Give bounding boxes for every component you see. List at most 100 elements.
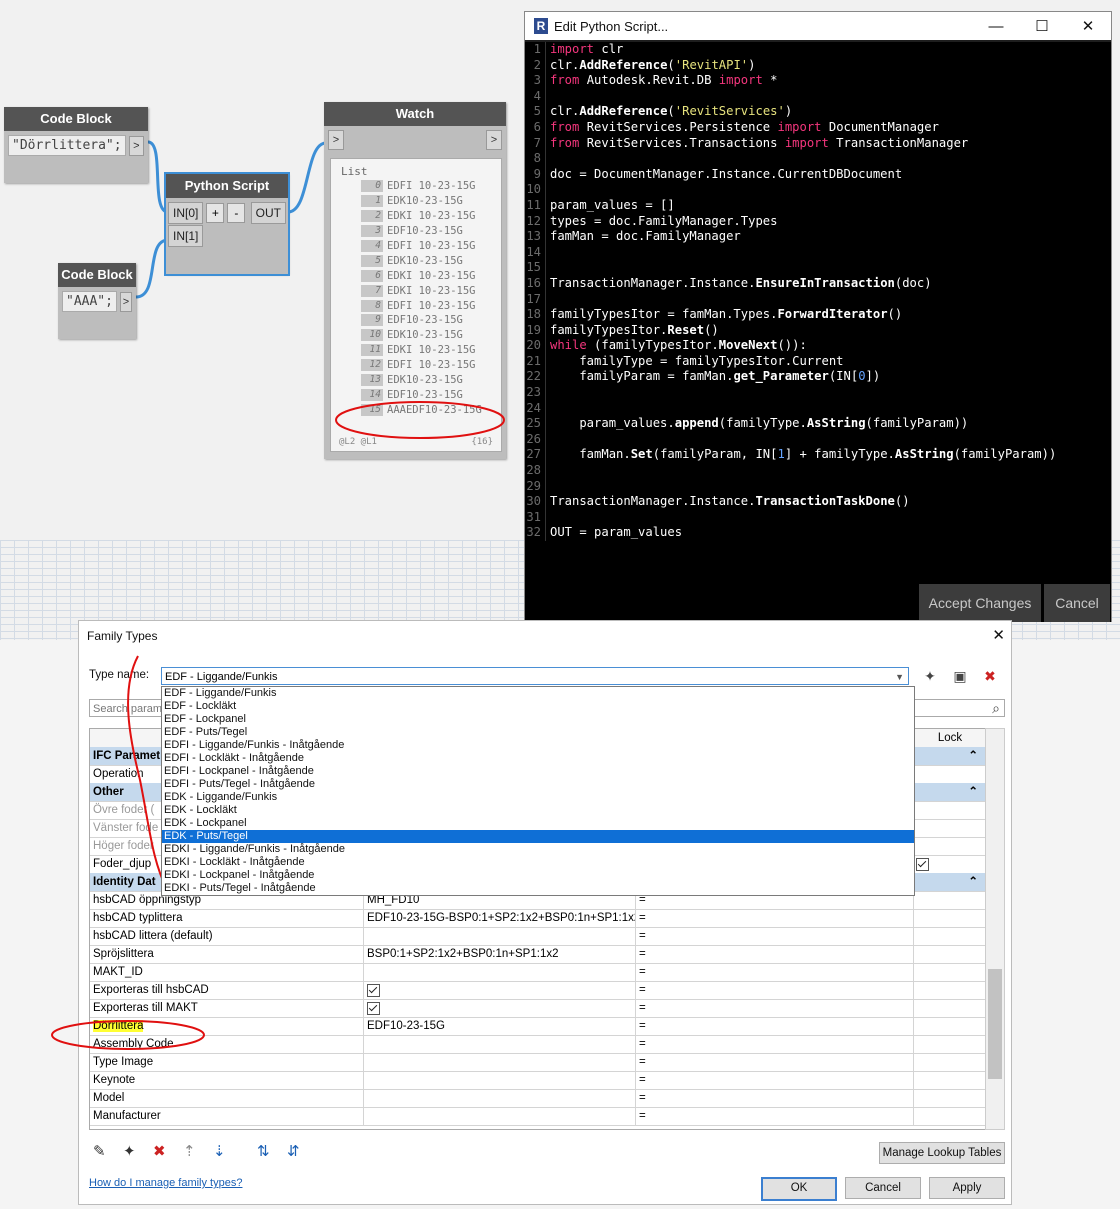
parameter-formula[interactable]: = [636,1089,914,1107]
dropdown-option[interactable]: EDFI - Lockläkt - Inåtgående [162,752,914,765]
code-line[interactable]: 7 from RevitServices.Transactions import … [525,135,1111,152]
remove-input-button[interactable]: - [227,203,246,223]
new-parameter-icon[interactable]: ✦ [123,1142,136,1160]
code-line[interactable]: 20 while (familyTypesItor.MoveNext()): [525,338,1111,354]
code-line[interactable]: 9 doc = DocumentManager.Instance.CurrentD… [525,166,1111,183]
code-line[interactable]: 11 param_values = [] [525,197,1111,214]
code-line[interactable]: 22 familyParam = famMan.get_Parameter(IN… [525,369,1111,386]
parameter-formula[interactable]: = [636,963,914,981]
parameter-value[interactable] [364,1071,636,1089]
code-line[interactable]: 30 TransactionManager.Instance.Transactio… [525,494,1111,510]
table-row[interactable]: Spröjslittera BSP0:1+SP2:1x2+BSP0:1n+SP1:… [90,945,986,964]
dropdown-option[interactable]: EDK - Puts/Tegel [162,830,914,843]
code-line[interactable]: 26 [525,431,1111,448]
code-editor[interactable]: 1 import clr 2 clr.AddReference('RevitAPI')… [525,42,1111,582]
python-script-node[interactable]: Python Script IN[0] + - OUT IN[1] [164,172,290,276]
parameter-value[interactable] [364,1089,636,1107]
manage-lookup-tables-button[interactable]: Manage Lookup Tables [879,1142,1005,1164]
help-link[interactable]: How do I manage family types? [89,1177,242,1189]
input-port-in1[interactable]: IN[1] [168,225,204,247]
table-row[interactable]: Exporteras till MAKT = [90,999,986,1018]
type-name-dropdown-list[interactable]: EDF - Liggande/Funkis EDF - Lockläkt EDF -… [161,686,915,896]
table-row[interactable]: Dörrlittera EDF10-23-15G = [90,1017,986,1036]
parameter-value[interactable] [364,963,636,981]
parameter-formula[interactable]: = [636,927,914,945]
code-block-text[interactable]: "AAA"; [62,291,117,312]
code-line[interactable]: 1 import clr [525,42,1111,58]
new-type-icon[interactable]: ✦ [921,667,939,685]
code-line[interactable]: 16 TransactionManager.Instance.EnsureInTr… [525,275,1111,292]
collapse-icon[interactable]: ⌃ [914,783,986,801]
code-line[interactable]: 5 clr.AddReference('RevitServices') [525,104,1111,120]
code-line[interactable]: 23 [525,385,1111,401]
parameter-value[interactable] [364,1035,636,1053]
lock-checkbox[interactable] [916,858,929,871]
table-row[interactable]: MAKT_ID = [90,963,986,982]
parameter-value[interactable]: EDF10-23-15G [364,1017,636,1035]
code-block-node-2[interactable]: Code Block "AAA"; > [58,263,136,339]
parameter-value[interactable] [364,927,636,945]
parameter-formula[interactable]: = [636,1035,914,1053]
code-line[interactable]: 27 famMan.Set(familyParam, IN[1] + famil… [525,447,1111,464]
table-row[interactable]: Type Image = [90,1053,986,1072]
table-row[interactable]: Model = [90,1089,986,1108]
grid-scrollbar[interactable] [985,728,1005,1130]
sort-descending-icon[interactable]: ⇵ [287,1142,300,1160]
delete-parameter-icon[interactable]: ✖ [153,1142,166,1160]
code-line[interactable]: 3 from Autodesk.Revit.DB import * [525,73,1111,89]
dropdown-option[interactable]: EDF - Liggande/Funkis [162,687,914,700]
parameter-formula[interactable]: = [636,999,914,1017]
parameter-value[interactable]: EDF10-23-15G-BSP0:1+SP2:1x2+BSP0:1n+SP1:… [364,909,636,927]
table-row[interactable]: hsbCAD typlittera EDF10-23-15G-BSP0:1+SP2… [90,909,986,928]
output-port[interactable]: > [486,130,502,150]
lock-column-header[interactable]: Lock [914,729,986,747]
code-line[interactable]: 24 [525,400,1111,417]
table-row[interactable]: hsbCAD littera (default) = [90,927,986,946]
sort-ascending-icon[interactable]: ⇅ [257,1142,270,1160]
scrollbar-thumb[interactable] [988,969,1002,1079]
code-line[interactable]: 25 param_values.append(familyType.AsStri… [525,416,1111,432]
output-port[interactable]: > [119,291,132,312]
parameter-formula[interactable]: = [636,1107,914,1125]
input-port[interactable]: > [328,130,344,150]
code-line[interactable]: 2 clr.AddReference('RevitAPI') [525,57,1111,74]
cancel-button[interactable]: Cancel [845,1177,921,1199]
code-line[interactable]: 15 [525,260,1111,276]
parameter-formula[interactable]: = [636,945,914,963]
value-checkbox[interactable] [367,984,380,997]
value-checkbox[interactable] [367,1002,380,1015]
table-row[interactable]: Keynote = [90,1071,986,1090]
dropdown-option[interactable]: EDFI - Puts/Tegel - Inåtgående [162,778,914,791]
apply-button[interactable]: Apply [929,1177,1005,1199]
edit-parameter-icon[interactable]: ✎ [93,1142,106,1160]
add-input-button[interactable]: + [206,203,225,223]
table-row[interactable]: Manufacturer = [90,1107,986,1126]
code-line[interactable]: 29 [525,478,1111,495]
dropdown-option[interactable]: EDK - Lockläkt [162,804,914,817]
parameter-formula[interactable]: = [636,1071,914,1089]
editor-titlebar[interactable]: R Edit Python Script... — ☐ ✕ [525,12,1111,40]
dropdown-option[interactable]: EDKI - Puts/Tegel - Inåtgående [162,882,914,895]
input-port-in0[interactable]: IN[0] [168,202,204,224]
dropdown-option[interactable]: EDFI - Liggande/Funkis - Inåtgående [162,739,914,752]
search-icon[interactable]: ⌕ [987,699,1005,717]
dropdown-option[interactable]: EDKI - Lockpanel - Inåtgående [162,869,914,882]
dropdown-option[interactable]: EDK - Liggande/Funkis [162,791,914,804]
code-line[interactable]: 18 familyTypesItor = famMan.Types.Forward… [525,307,1111,323]
parameter-value[interactable] [364,1107,636,1125]
table-row[interactable]: Exporteras till hsbCAD = [90,981,986,1000]
dropdown-option[interactable]: EDFI - Lockpanel - Inåtgående [162,765,914,778]
move-up-icon[interactable]: ⇡ [183,1142,196,1160]
code-line[interactable]: 32 OUT = param_values [525,525,1111,541]
dropdown-option[interactable]: EDF - Lockpanel [162,713,914,726]
code-line[interactable]: 12 types = doc.FamilyManager.Types [525,213,1111,230]
ok-button[interactable]: OK [761,1177,837,1201]
cancel-button[interactable]: Cancel [1044,584,1110,622]
rename-type-icon[interactable]: ▣ [951,667,969,685]
code-line[interactable]: 17 [525,291,1111,308]
parameter-formula[interactable]: = [636,981,914,999]
code-line[interactable]: 4 [525,88,1111,105]
parameter-value[interactable] [364,1053,636,1071]
type-name-combobox[interactable]: EDF - Liggande/Funkis ▼ [161,667,909,685]
dropdown-option[interactable]: EDKI - Liggande/Funkis - Inåtgående [162,843,914,856]
